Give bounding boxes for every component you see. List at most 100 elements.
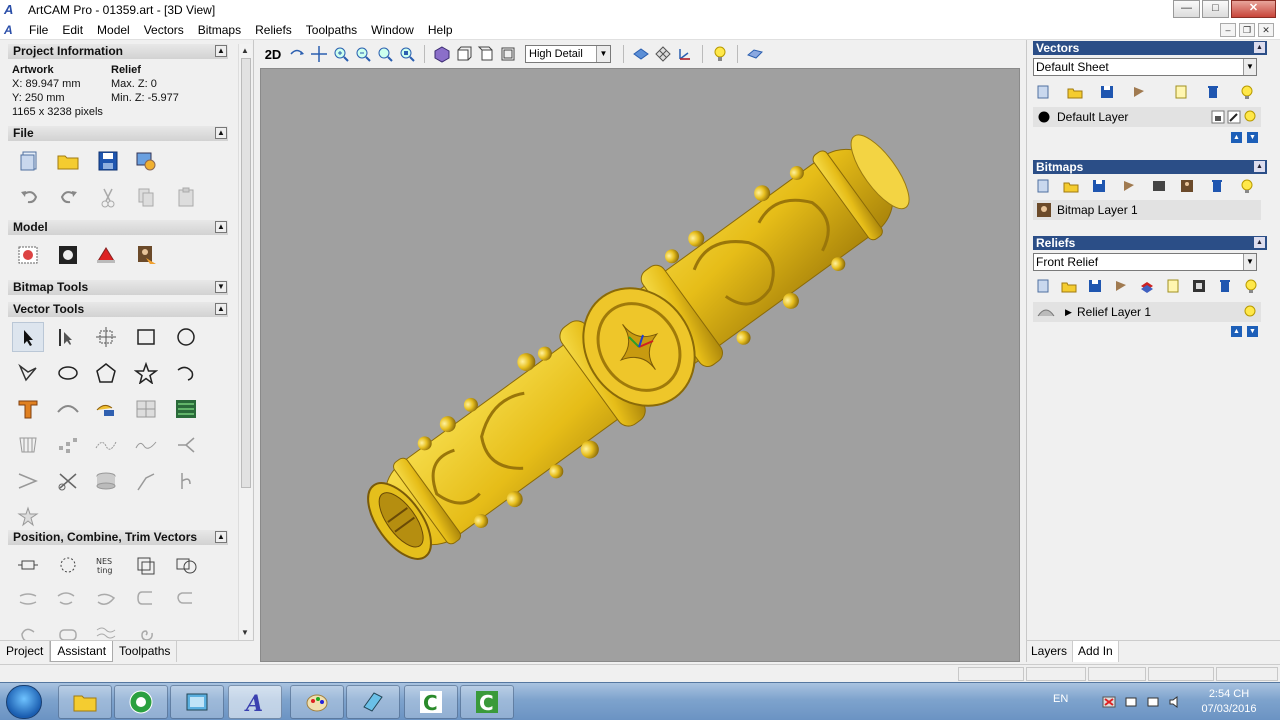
language-indicator[interactable]: EN — [1053, 693, 1068, 705]
merge-layer-icon[interactable] — [1131, 84, 1147, 100]
save-layer-icon[interactable] — [1087, 278, 1103, 294]
new-file-icon[interactable] — [14, 146, 46, 176]
polyline-icon[interactable] — [12, 358, 44, 388]
bitmap-tools-header[interactable]: Bitmap Tools ▼ — [8, 280, 228, 295]
left-panel-scrollbar[interactable]: ▲ ▼ — [238, 44, 252, 644]
model-size-icon[interactable] — [12, 240, 44, 270]
tab-add-in[interactable]: Add In — [1073, 641, 1119, 662]
draw-grid-icon[interactable] — [652, 43, 674, 65]
menu-reliefs[interactable]: Reliefs — [248, 20, 299, 40]
transform-icon[interactable] — [90, 322, 122, 352]
font-icon[interactable] — [90, 394, 122, 424]
wave-icon[interactable] — [130, 430, 162, 460]
move-up-icon[interactable]: ▲ — [1231, 326, 1242, 337]
pencil-icon[interactable] — [1227, 110, 1241, 124]
move-down-icon[interactable]: ▼ — [1247, 132, 1258, 143]
trim-icon[interactable] — [52, 466, 84, 496]
network-error-icon[interactable] — [1102, 696, 1116, 708]
visibility-bulb-icon[interactable] — [1243, 305, 1257, 319]
camtasia-recorder-taskbar-icon[interactable]: C — [460, 685, 514, 719]
measure-icon[interactable] — [170, 466, 202, 496]
delete-layer-icon[interactable] — [1209, 178, 1225, 194]
chevron-down-icon[interactable]: ▼ — [1243, 59, 1256, 75]
open-layer-icon[interactable] — [1061, 278, 1077, 294]
project-info-header[interactable]: Project Information ▲ — [8, 44, 228, 59]
collapse-icon[interactable]: ▲ — [215, 127, 227, 139]
star-pattern-icon[interactable] — [12, 502, 44, 532]
doc-minimize-button[interactable]: – — [1220, 23, 1236, 37]
zoom-window-icon[interactable] — [396, 43, 418, 65]
collapse-icon[interactable]: ▲ — [215, 45, 227, 57]
move-up-icon[interactable]: ▲ — [1231, 132, 1242, 143]
split-icon[interactable] — [12, 466, 44, 496]
open-layer-icon[interactable] — [1063, 178, 1079, 194]
expand-icon[interactable]: ▼ — [215, 281, 227, 293]
new-layer-icon[interactable] — [1035, 84, 1051, 100]
material-icon[interactable] — [744, 43, 766, 65]
zoom-in-icon[interactable] — [330, 43, 352, 65]
ellipse-icon[interactable] — [52, 358, 84, 388]
menu-edit[interactable]: Edit — [55, 20, 90, 40]
zoom-out-icon[interactable] — [352, 43, 374, 65]
menu-bitmaps[interactable]: Bitmaps — [191, 20, 248, 40]
close-button[interactable]: ✕ — [1231, 0, 1276, 18]
maximize-button[interactable]: □ — [1202, 0, 1229, 18]
vector-layer-row[interactable]: Default Layer — [1033, 107, 1261, 127]
undo-icon[interactable] — [14, 182, 46, 212]
circle-icon[interactable] — [170, 322, 202, 352]
new-layer-icon[interactable] — [1035, 178, 1051, 194]
menu-file[interactable]: File — [22, 20, 55, 40]
bitmaps-header[interactable]: Bitmaps ▲ — [1033, 160, 1267, 174]
rotate-view-icon[interactable] — [286, 43, 308, 65]
system-clock[interactable]: 2:54 CH 07/03/2016 — [1192, 687, 1266, 717]
redo-icon[interactable] — [52, 182, 84, 212]
front-view-icon[interactable] — [453, 43, 475, 65]
text-on-curve-icon[interactable] — [52, 394, 84, 424]
vectors-header[interactable]: Vectors ▲ — [1033, 41, 1267, 55]
expand-arrow-icon[interactable]: ▶ — [1065, 302, 1072, 322]
relief-model[interactable] — [261, 69, 1019, 661]
camtasia-taskbar-icon[interactable]: C — [404, 685, 458, 719]
layer-properties-icon[interactable] — [1165, 278, 1181, 294]
layer-color-icon[interactable] — [1038, 111, 1050, 123]
light-bulb-icon[interactable] — [1239, 84, 1255, 100]
app-taskbar-icon[interactable] — [346, 685, 400, 719]
vector-grid-icon[interactable] — [12, 430, 44, 460]
cut-icon[interactable] — [92, 182, 124, 212]
collapse-icon[interactable]: ▲ — [1254, 237, 1265, 248]
browser-taskbar-icon[interactable] — [114, 685, 168, 719]
minimize-button[interactable]: — — [1173, 0, 1200, 18]
axes-icon[interactable] — [674, 43, 696, 65]
offset-join-icon[interactable] — [50, 584, 82, 614]
visibility-bulb-icon[interactable] — [1243, 110, 1257, 124]
weld-icon[interactable] — [170, 550, 202, 580]
save-layer-icon[interactable] — [1099, 84, 1115, 100]
chevron-down-icon[interactable]: ▼ — [596, 46, 610, 62]
move-down-icon[interactable]: ▼ — [1247, 326, 1258, 337]
smooth-icon[interactable] — [90, 430, 122, 460]
open-layer-icon[interactable] — [1067, 84, 1083, 100]
volume-icon[interactable] — [1168, 696, 1182, 708]
bitmap-image-icon[interactable] — [1179, 178, 1195, 194]
menu-window[interactable]: Window — [364, 20, 421, 40]
new-layer-icon[interactable] — [1035, 278, 1051, 294]
open-file-icon[interactable] — [52, 146, 84, 176]
branch-icon[interactable] — [170, 430, 202, 460]
delete-layer-icon[interactable] — [1217, 278, 1233, 294]
chevron-down-icon[interactable]: ▼ — [1243, 254, 1256, 270]
tab-project[interactable]: Project — [0, 641, 51, 662]
tab-layers[interactable]: Layers — [1026, 641, 1074, 662]
detail-level-select[interactable]: High Detail ▼ — [525, 45, 611, 63]
bitmap-image-icon[interactable] — [130, 240, 162, 270]
pan-view-icon[interactable] — [308, 43, 330, 65]
copy-icon[interactable] — [130, 182, 162, 212]
layer-mask-icon[interactable] — [1151, 178, 1167, 194]
menu-help[interactable]: Help — [421, 20, 460, 40]
vector-sheet-select[interactable]: Default Sheet ▼ — [1033, 58, 1257, 76]
action-center-icon[interactable] — [1146, 696, 1160, 708]
explorer-taskbar-icon[interactable] — [58, 685, 112, 719]
reliefs-header[interactable]: Reliefs ▲ — [1033, 236, 1267, 250]
fillet-icon[interactable] — [130, 466, 162, 496]
rectangle-icon[interactable] — [130, 322, 162, 352]
scroll-up-icon[interactable]: ▲ — [241, 46, 249, 55]
